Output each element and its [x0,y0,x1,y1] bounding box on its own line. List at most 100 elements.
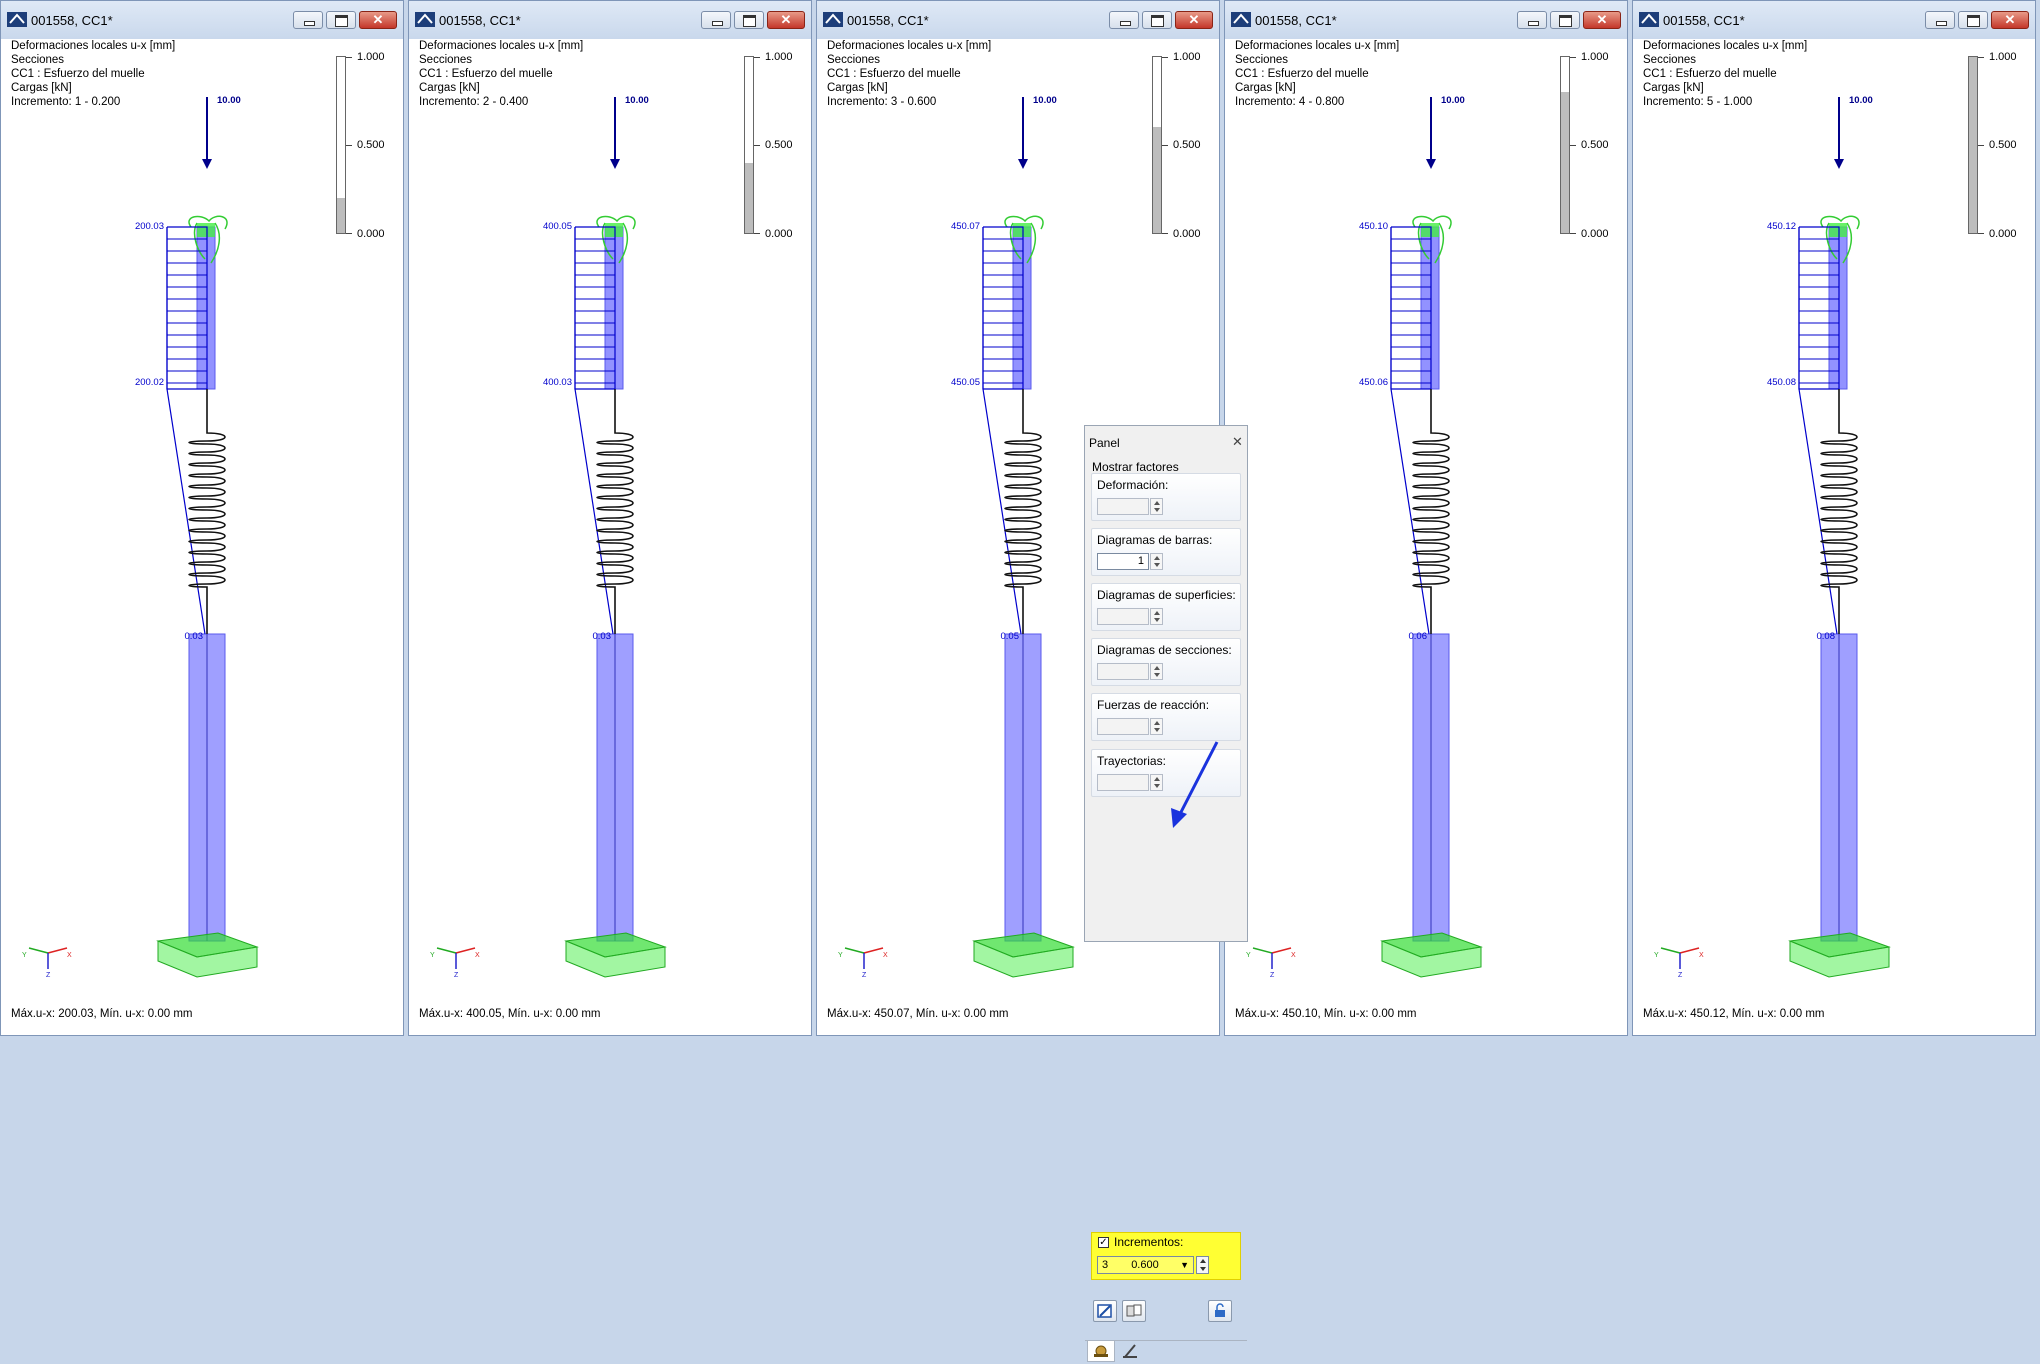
axis-y-label: Y [430,952,435,959]
base-value-label: 0.03 [593,631,612,642]
factor-group: Diagramas de barras: 1 [1091,528,1241,576]
axis-z-label: Z [1678,972,1683,979]
increments-checkbox[interactable]: ✓ [1098,1237,1109,1248]
factor-label: Diagramas de superficies: [1097,588,1236,602]
axis-z-label: Z [46,972,51,979]
base-value-label: 0.06 [1409,631,1428,642]
axis-x-label: X [67,952,72,959]
node-support-block [197,223,215,237]
structure-diagram[interactable]: 10.00 400.05 400.03 0.03 X Y Z [409,1,813,1001]
mid-value-label: 450.06 [1359,377,1388,388]
pencil-icon [1097,1304,1112,1318]
load-value-label: 10.00 [1849,95,1873,106]
load-value-label: 10.00 [625,95,649,106]
node-support-block [1421,223,1439,237]
mid-value-label: 200.02 [135,377,164,388]
factors-tab-icon [1123,1344,1137,1358]
base-value-label: 0.03 [185,631,204,642]
axis-triad-icon: X Y Z [22,947,72,979]
load-arrow-icon [1018,97,1028,169]
increments-label: Incrementos: [1114,1235,1184,1249]
top-value-label: 450.10 [1359,221,1388,232]
factor-spin-input[interactable] [1097,774,1149,791]
result-footer: Máx.u-x: 200.03, Mín. u-x: 0.00 mm [11,1008,193,1020]
factor-spinner[interactable] [1150,498,1163,515]
result-window-5[interactable]: 001558, CC1*Deformaciones locales u-x [m… [1632,0,2036,1036]
increments-number: 3 [1102,1259,1109,1271]
result-window-1[interactable]: 001558, CC1*Deformaciones locales u-x [m… [0,0,404,1036]
axis-x-label: X [1291,952,1296,959]
spring-element [596,389,634,634]
increments-value: 0.600 [1131,1259,1159,1271]
spring-element [1004,389,1042,634]
spring-element [188,389,226,634]
node-support-block [605,223,623,237]
factor-spin-input[interactable] [1097,663,1149,680]
result-window-2[interactable]: 001558, CC1*Deformaciones locales u-x [m… [408,0,812,1036]
factor-spinner[interactable] [1150,608,1163,625]
axis-y-label: Y [1654,952,1659,959]
load-arrow-icon [1426,97,1436,169]
mid-value-label: 450.05 [951,377,980,388]
result-window-4[interactable]: 001558, CC1*Deformaciones locales u-x [m… [1224,0,1628,1036]
tab-display[interactable] [1087,1341,1115,1362]
spring-element [1820,389,1858,634]
lock-button[interactable] [1208,1300,1232,1322]
increments-spinner[interactable] [1196,1256,1209,1274]
panel-window[interactable]: Panel ✕ Mostrar factores Deformación: Dia… [1084,425,1248,1362]
factor-label: Trayectorias: [1097,754,1166,768]
result-footer: Máx.u-x: 450.07, Mín. u-x: 0.00 mm [827,1008,1009,1020]
axis-z-label: Z [1270,972,1275,979]
copy-icon [1126,1304,1142,1317]
factor-spinner[interactable] [1150,718,1163,735]
load-arrow-icon [1834,97,1844,169]
lock-icon [1215,1303,1225,1317]
axis-y-label: Y [22,952,27,959]
mid-value-label: 450.08 [1767,377,1796,388]
load-value-label: 10.00 [1441,95,1465,106]
factor-spin-input[interactable] [1097,498,1149,515]
axis-triad-icon: X Y Z [1246,947,1296,979]
chevron-down-icon[interactable]: ▼ [1180,1257,1189,1273]
spring-element [1412,389,1450,634]
load-arrow-icon [610,97,620,169]
factor-group: Fuerzas de reacción: [1091,693,1241,741]
tab-factors[interactable] [1117,1341,1145,1362]
factor-group: Deformación: [1091,473,1241,521]
display-tab-icon [1094,1345,1108,1357]
top-value-label: 200.03 [135,221,164,232]
axis-y-label: Y [838,952,843,959]
copy-factors-button[interactable] [1122,1300,1146,1322]
axis-triad-icon: X Y Z [1654,947,1704,979]
top-value-label: 400.05 [543,221,572,232]
load-value-label: 10.00 [217,95,241,106]
factor-spin-input[interactable] [1097,718,1149,735]
factor-spin-input[interactable] [1097,608,1149,625]
panel-close-icon[interactable]: ✕ [1232,434,1243,450]
increments-group: ✓ Incrementos: 3 0.600 ▼ [1091,1232,1241,1280]
factor-spinner[interactable] [1150,663,1163,680]
increments-combo[interactable]: 3 0.600 ▼ [1097,1256,1194,1274]
axis-x-label: X [475,952,480,959]
factor-spin-input[interactable]: 1 [1097,553,1149,570]
axis-x-label: X [883,952,888,959]
top-value-label: 450.12 [1767,221,1796,232]
factor-label: Deformación: [1097,478,1169,492]
factor-label: Diagramas de secciones: [1097,643,1232,657]
axis-z-label: Z [862,972,867,979]
structure-diagram[interactable]: 10.00 450.12 450.08 0.08 X Y Z [1633,1,2037,1001]
axis-triad-icon: X Y Z [430,947,480,979]
edit-factors-button[interactable] [1093,1300,1117,1322]
factor-label: Fuerzas de reacción: [1097,698,1210,712]
axis-triad-icon: X Y Z [838,947,888,979]
factor-group: Diagramas de superficies: [1091,583,1241,631]
panel-tabs [1085,1340,1247,1363]
factor-spinner[interactable] [1150,553,1163,570]
result-footer: Máx.u-x: 400.05, Mín. u-x: 0.00 mm [419,1008,601,1020]
annotation-arrow-icon [1171,741,1219,828]
factor-spinner[interactable] [1150,774,1163,791]
axis-y-label: Y [1246,952,1251,959]
base-value-label: 0.08 [1817,631,1836,642]
structure-diagram[interactable]: 10.00 200.03 200.02 0.03 X Y Z [1,1,405,1001]
structure-diagram[interactable]: 10.00 450.10 450.06 0.06 X Y Z [1225,1,1629,1001]
